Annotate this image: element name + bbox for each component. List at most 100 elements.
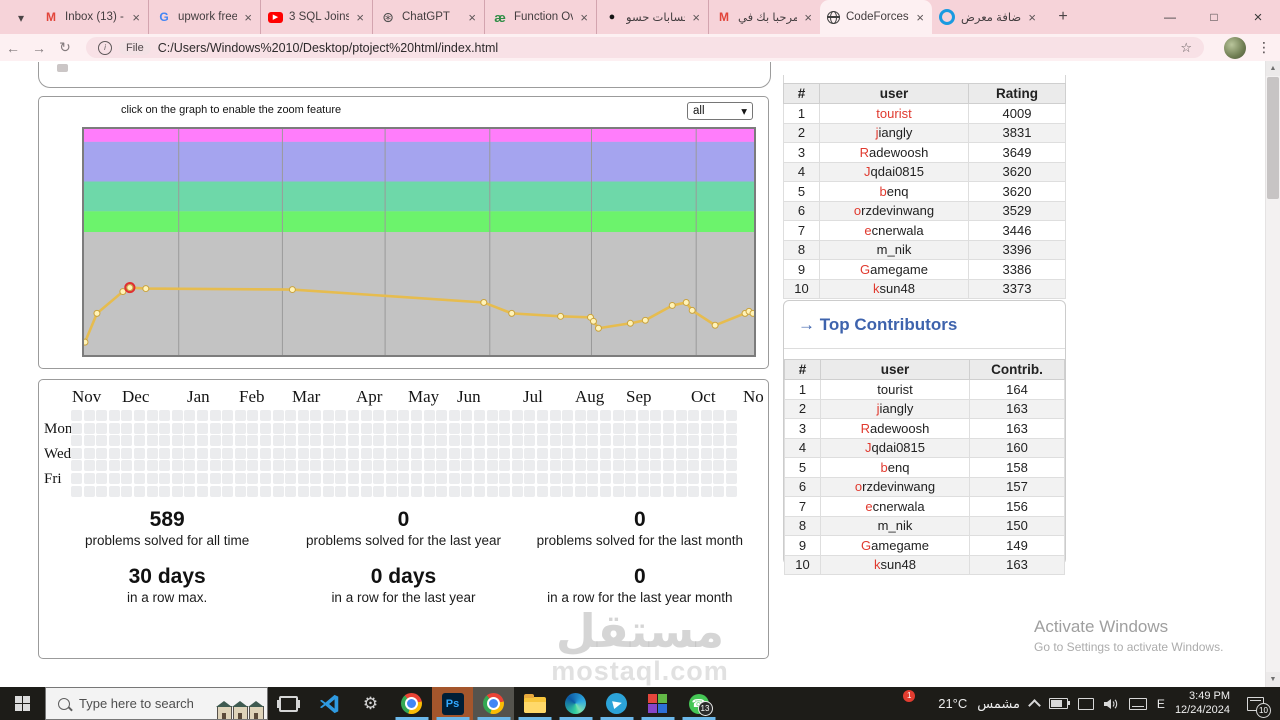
user-link[interactable]: Jqdai0815: [820, 437, 970, 458]
app-squares-button[interactable]: [637, 687, 678, 720]
user-link[interactable]: m_nik: [820, 515, 970, 536]
range-select[interactable]: all ▾: [687, 102, 753, 120]
user-link[interactable]: ksun48: [820, 554, 970, 575]
touch-keyboard-icon[interactable]: [1128, 697, 1147, 710]
heatmap-cell: [612, 472, 624, 484]
search-highlight-houses-image[interactable]: [216, 701, 264, 719]
table-row: 2 jiangly 3831: [783, 122, 1066, 143]
weather-button[interactable]: 1: [903, 689, 928, 715]
heatmap-cell: [96, 435, 108, 447]
browser-tab[interactable]: M Inbox (13) - s ×: [36, 0, 148, 34]
user-link[interactable]: tourist: [819, 103, 969, 124]
user-link[interactable]: ecnerwala: [820, 496, 970, 517]
scrollbar-thumb[interactable]: [1267, 77, 1279, 199]
user-link[interactable]: tourist: [820, 379, 970, 400]
browser-tab[interactable]: ▶ 3 SQL Joins, ×: [260, 0, 372, 34]
browser-tab[interactable]: ● حسابات حسو ×: [596, 0, 708, 34]
value-cell: 4009: [968, 103, 1066, 124]
vscode-button[interactable]: [309, 687, 350, 720]
telegram-button[interactable]: [596, 687, 637, 720]
task-view-button[interactable]: [268, 687, 309, 720]
user-link[interactable]: Gamegame: [819, 259, 969, 280]
whatsapp-button[interactable]: ☎13: [678, 687, 719, 720]
top-contributors-title[interactable]: → Top Contributors: [784, 301, 1065, 349]
browser-tab[interactable]: Gupwork freel ×: [148, 0, 260, 34]
browser-tab[interactable]: إضافة معرض ×: [932, 0, 1044, 34]
heatmap-cell: [650, 472, 662, 484]
forward-icon[interactable]: →: [26, 40, 52, 56]
tab-close-icon[interactable]: ×: [131, 10, 141, 25]
user-link[interactable]: Jqdai0815: [819, 161, 969, 182]
battery-icon[interactable]: [1048, 698, 1070, 709]
chrome-button[interactable]: [391, 687, 432, 720]
user-link[interactable]: m_nik: [819, 239, 969, 260]
user-link[interactable]: Radewoosh: [820, 418, 970, 439]
heatmap-cell: [83, 485, 95, 497]
start-button[interactable]: [0, 687, 45, 720]
weather-condition-label[interactable]: مشمس: [977, 696, 1020, 712]
user-link[interactable]: ksun48: [819, 278, 969, 299]
rating-chart[interactable]: [82, 127, 756, 357]
browser-tab[interactable]: CodeForces ×: [820, 0, 932, 34]
reload-icon[interactable]: ↻: [52, 39, 78, 56]
info-icon[interactable]: i: [98, 40, 112, 55]
file-explorer-button[interactable]: [514, 687, 555, 720]
tab-close-icon[interactable]: ×: [803, 10, 813, 25]
browser-tab[interactable]: M مرحبا بك في ×: [708, 0, 820, 34]
browser-tab[interactable]: æ Function Ove ×: [484, 0, 596, 34]
heatmap-cell: [184, 447, 196, 459]
tab-close-icon[interactable]: ×: [915, 10, 925, 25]
user-link[interactable]: benq: [819, 181, 969, 202]
tab-close-icon[interactable]: ×: [691, 10, 701, 25]
heatmap-cell: [423, 422, 435, 434]
user-link[interactable]: benq: [820, 457, 970, 478]
chrome-active-button[interactable]: [473, 687, 514, 720]
user-link[interactable]: jiangly: [820, 398, 970, 419]
temperature-label[interactable]: 21°C: [938, 696, 967, 711]
maximize-button[interactable]: □: [1192, 0, 1236, 34]
address-bar[interactable]: i File C:/Users/Windows%2010/Desktop/pto…: [86, 37, 1204, 58]
back-icon[interactable]: ←: [0, 40, 26, 56]
heatmap-cell: [574, 447, 586, 459]
profile-avatar[interactable]: [1224, 36, 1246, 59]
new-tab-button[interactable]: +: [1050, 4, 1076, 30]
browser-tab[interactable]: ⊛ ChatGPT ×: [372, 0, 484, 34]
photoshop-button[interactable]: Ps: [432, 687, 473, 720]
user-link[interactable]: orzdevinwang: [820, 476, 970, 497]
user-link[interactable]: jiangly: [819, 122, 969, 143]
close-button[interactable]: ×: [1236, 0, 1280, 34]
user-link[interactable]: Gamegame: [820, 535, 970, 556]
heatmap-cell: [398, 460, 410, 472]
settings-button[interactable]: ⚙: [350, 687, 391, 720]
tab-close-icon[interactable]: ×: [243, 10, 253, 25]
taskbar-search[interactable]: Type here to search: [45, 687, 268, 720]
heatmap-cell: [662, 435, 674, 447]
minimize-button[interactable]: —: [1148, 0, 1192, 34]
scrollbar-up-icon[interactable]: ▲: [1266, 61, 1280, 76]
user-link[interactable]: ecnerwala: [819, 220, 969, 241]
clock[interactable]: 3:49 PM 12/24/2024: [1175, 690, 1230, 718]
tab-close-icon[interactable]: ×: [467, 10, 477, 25]
volume-icon[interactable]: [1103, 698, 1119, 710]
show-hidden-icons-icon[interactable]: [1028, 698, 1041, 712]
user-link[interactable]: Radewoosh: [819, 142, 969, 163]
tab-search-chevron-icon[interactable]: ▾: [10, 7, 32, 29]
language-indicator[interactable]: E: [1157, 697, 1165, 711]
stat-item: 0 in a row for the last year month: [522, 565, 758, 606]
action-center-button[interactable]: 10: [1240, 687, 1271, 720]
edge-button[interactable]: [555, 687, 596, 720]
tab-close-icon[interactable]: ×: [355, 10, 365, 25]
heatmap-cell: [562, 410, 574, 421]
table-row: 5 benq 158: [784, 457, 1065, 478]
heatmap-cell: [272, 472, 284, 484]
user-link[interactable]: orzdevinwang: [819, 200, 969, 221]
url-text[interactable]: C:/Users/Windows%2010/Desktop/ptoject%20…: [158, 41, 498, 55]
display-cast-icon[interactable]: [1077, 697, 1094, 710]
browser-menu-icon[interactable]: ⋮: [1254, 39, 1274, 56]
page-scrollbar[interactable]: ▲ ▼: [1265, 61, 1280, 687]
scrollbar-down-icon[interactable]: ▼: [1266, 672, 1280, 687]
tab-close-icon[interactable]: ×: [579, 10, 589, 25]
tab-close-icon[interactable]: ×: [1027, 10, 1037, 25]
bookmark-star-icon[interactable]: ☆: [1180, 40, 1192, 56]
heatmap-cell: [196, 410, 208, 421]
